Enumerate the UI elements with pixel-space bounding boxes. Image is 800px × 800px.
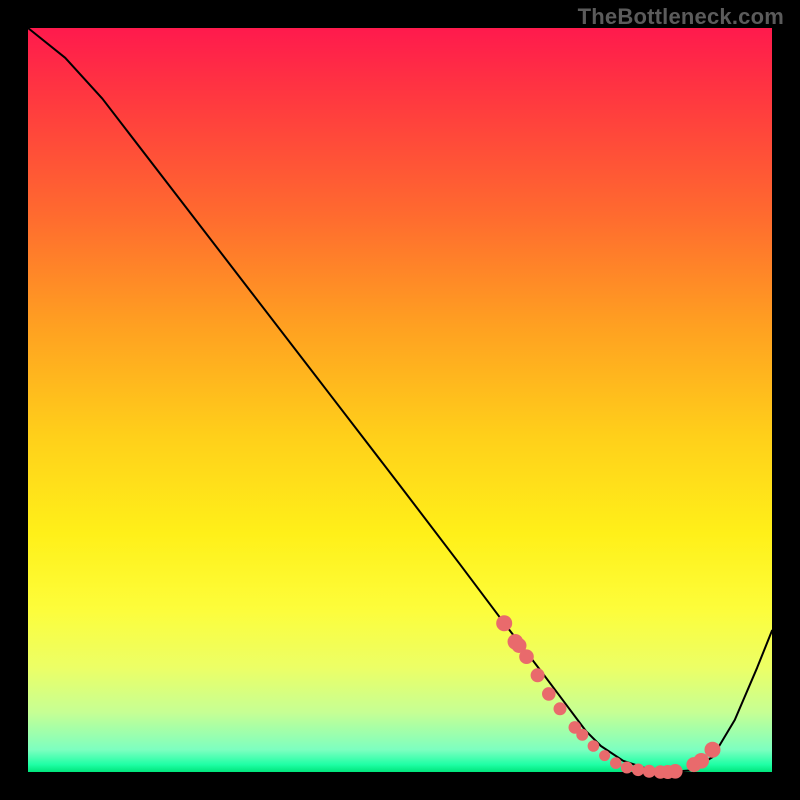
plot-area <box>28 28 772 772</box>
highlight-dot <box>668 764 683 779</box>
highlight-dot <box>554 702 567 715</box>
highlight-dot <box>599 750 610 761</box>
highlight-dot <box>542 687 556 701</box>
highlight-dot <box>632 764 645 777</box>
highlight-dots-group <box>496 615 720 779</box>
highlight-dot <box>531 668 545 682</box>
highlight-dot <box>694 753 710 769</box>
highlight-dot <box>705 742 721 758</box>
chart-svg <box>28 28 772 772</box>
watermark-text: TheBottleneck.com <box>578 4 784 30</box>
highlight-dot <box>519 649 534 664</box>
bottleneck-curve <box>28 28 772 772</box>
highlight-dot <box>621 762 633 774</box>
highlight-dot <box>496 615 512 631</box>
chart-frame: TheBottleneck.com <box>0 0 800 800</box>
highlight-dot <box>576 729 588 741</box>
highlight-dot <box>588 740 600 752</box>
highlight-dot <box>610 757 622 769</box>
